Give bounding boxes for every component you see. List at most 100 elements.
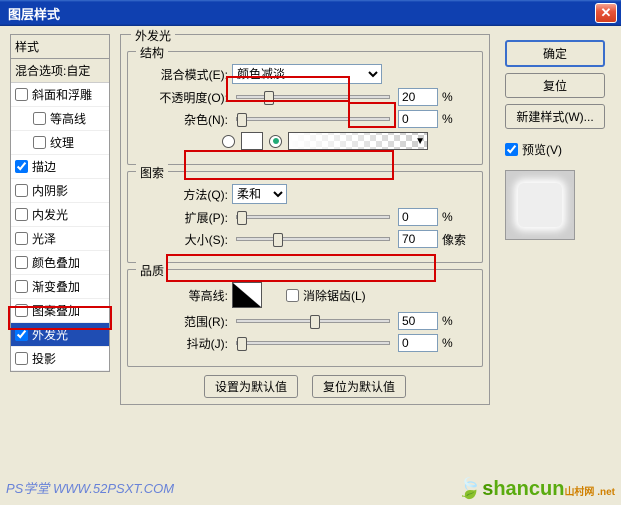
sidebar-item-contour[interactable]: 等高线 [11, 107, 109, 131]
sidebar-item-label: 内阴影 [32, 182, 68, 199]
preview-label: 预览(V) [522, 141, 562, 158]
spread-label: 扩展(P): [138, 209, 228, 226]
noise-label: 杂色(N): [138, 111, 228, 128]
range-slider[interactable] [236, 319, 390, 323]
opacity-unit: % [442, 90, 472, 104]
size-unit: 像索 [442, 231, 472, 248]
sidebar-item-color-overlay[interactable]: 颜色叠加 [11, 251, 109, 275]
inner-glow-checkbox[interactable] [15, 208, 28, 221]
ok-button[interactable]: 确定 [505, 40, 605, 67]
sidebar-item-stroke[interactable]: 描边 [11, 155, 109, 179]
sidebar-item-label: 光泽 [32, 230, 56, 247]
watermark-psxt: PS学堂 WWW.52PSXT.COM [6, 478, 174, 497]
antialias-label: 消除锯齿(L) [303, 287, 366, 304]
jitter-input[interactable] [398, 334, 438, 352]
blend-mode-select[interactable]: 颜色减淡 [232, 64, 382, 84]
structure-title: 结构 [136, 44, 168, 61]
contour-checkbox[interactable] [33, 112, 46, 125]
jitter-label: 抖动(J): [138, 335, 228, 352]
quality-group: 品质 等高线: 消除锯齿(L) 范围(R): % 抖动(J): % [127, 269, 483, 367]
sidebar-item-gradient-overlay[interactable]: 渐变叠加 [11, 275, 109, 299]
noise-unit: % [442, 112, 472, 126]
preview-checkbox[interactable] [505, 143, 518, 156]
spread-unit: % [442, 210, 472, 224]
elements-title: 图索 [136, 164, 168, 181]
stroke-checkbox[interactable] [15, 160, 28, 173]
sidebar-blend-options[interactable]: 混合选项:自定 [11, 59, 109, 83]
gradient-overlay-checkbox[interactable] [15, 280, 28, 293]
chevron-down-icon: ▼ [415, 136, 425, 147]
sidebar-item-bevel[interactable]: 斜面和浮雕 [11, 83, 109, 107]
reset-default-button[interactable]: 复位为默认值 [312, 375, 406, 398]
spread-slider[interactable] [236, 215, 390, 219]
sidebar-item-label: 颜色叠加 [32, 254, 80, 271]
sidebar-item-label: 描边 [32, 158, 56, 175]
technique-select[interactable]: 柔和 [232, 184, 287, 204]
blend-mode-label: 混合模式(E): [138, 66, 228, 83]
sidebar-item-inner-shadow[interactable]: 内阴影 [11, 179, 109, 203]
opacity-slider[interactable] [236, 95, 390, 99]
noise-input[interactable] [398, 110, 438, 128]
texture-checkbox[interactable] [33, 136, 46, 149]
color-overlay-checkbox[interactable] [15, 256, 28, 269]
drop-shadow-checkbox[interactable] [15, 352, 28, 365]
sidebar-item-label: 外发光 [32, 326, 68, 343]
sidebar-item-satin[interactable]: 光泽 [11, 227, 109, 251]
size-slider[interactable] [236, 237, 390, 241]
elements-group: 图索 方法(Q): 柔和 扩展(P): % 大小(S): 像索 [127, 171, 483, 263]
technique-label: 方法(Q): [138, 186, 228, 203]
leaf-icon: 🍃 [457, 478, 482, 500]
quality-title: 品质 [136, 262, 168, 279]
outer-glow-group: 外发光 结构 混合模式(E): 颜色减淡 不透明度(O): % 杂色(N): % [120, 34, 490, 405]
pattern-overlay-checkbox[interactable] [15, 304, 28, 317]
satin-checkbox[interactable] [15, 232, 28, 245]
opacity-input[interactable] [398, 88, 438, 106]
main-panel: 外发光 结构 混合模式(E): 颜色减淡 不透明度(O): % 杂色(N): % [120, 34, 490, 405]
sidebar-item-outer-glow[interactable]: 外发光 [11, 323, 109, 347]
sidebar-item-label: 投影 [32, 350, 56, 367]
inner-shadow-checkbox[interactable] [15, 184, 28, 197]
set-default-button[interactable]: 设置为默认值 [204, 375, 298, 398]
preview-thumbnail [505, 170, 575, 240]
contour-picker[interactable] [232, 282, 262, 308]
range-unit: % [442, 314, 472, 328]
cancel-button[interactable]: 复位 [505, 73, 605, 98]
opacity-label: 不透明度(O): [138, 89, 228, 106]
outer-glow-checkbox[interactable] [15, 328, 28, 341]
jitter-slider[interactable] [236, 341, 390, 345]
sidebar-item-texture[interactable]: 纹理 [11, 131, 109, 155]
structure-group: 结构 混合模式(E): 颜色减淡 不透明度(O): % 杂色(N): % [127, 51, 483, 165]
sidebar-item-label: 等高线 [50, 110, 86, 127]
right-column: 确定 复位 新建样式(W)... 预览(V) [505, 40, 605, 240]
bevel-checkbox[interactable] [15, 88, 28, 101]
range-input[interactable] [398, 312, 438, 330]
sidebar-item-label: 斜面和浮雕 [32, 86, 92, 103]
size-input[interactable] [398, 230, 438, 248]
jitter-unit: % [442, 336, 472, 350]
range-label: 范围(R): [138, 313, 228, 330]
styles-sidebar: 样式 混合选项:自定 斜面和浮雕 等高线 纹理 描边 内阴影 内发光 光泽 颜色… [10, 34, 110, 372]
sidebar-item-label: 渐变叠加 [32, 278, 80, 295]
antialias-checkbox[interactable] [286, 289, 299, 302]
sidebar-item-label: 图案叠加 [32, 302, 80, 319]
solid-color-radio[interactable] [222, 135, 235, 148]
watermark-shancun: 🍃shancun山村网 .net [457, 476, 615, 501]
close-button[interactable]: ✕ [595, 3, 617, 23]
sidebar-item-drop-shadow[interactable]: 投影 [11, 347, 109, 371]
gradient-picker[interactable]: ▼ [288, 132, 428, 150]
sidebar-item-label: 内发光 [32, 206, 68, 223]
sidebar-item-label: 纹理 [50, 134, 74, 151]
sidebar-header: 样式 [11, 35, 109, 59]
spread-input[interactable] [398, 208, 438, 226]
size-label: 大小(S): [138, 231, 228, 248]
solid-color-swatch[interactable] [241, 132, 263, 150]
new-style-button[interactable]: 新建样式(W)... [505, 104, 605, 129]
outer-glow-title: 外发光 [131, 27, 175, 44]
gradient-radio[interactable] [269, 135, 282, 148]
contour-label: 等高线: [138, 287, 228, 304]
glow-color-choice: ▼ [222, 132, 428, 150]
sidebar-item-inner-glow[interactable]: 内发光 [11, 203, 109, 227]
noise-slider[interactable] [236, 117, 390, 121]
window-title: 图层样式 [4, 4, 595, 23]
sidebar-item-pattern-overlay[interactable]: 图案叠加 [11, 299, 109, 323]
